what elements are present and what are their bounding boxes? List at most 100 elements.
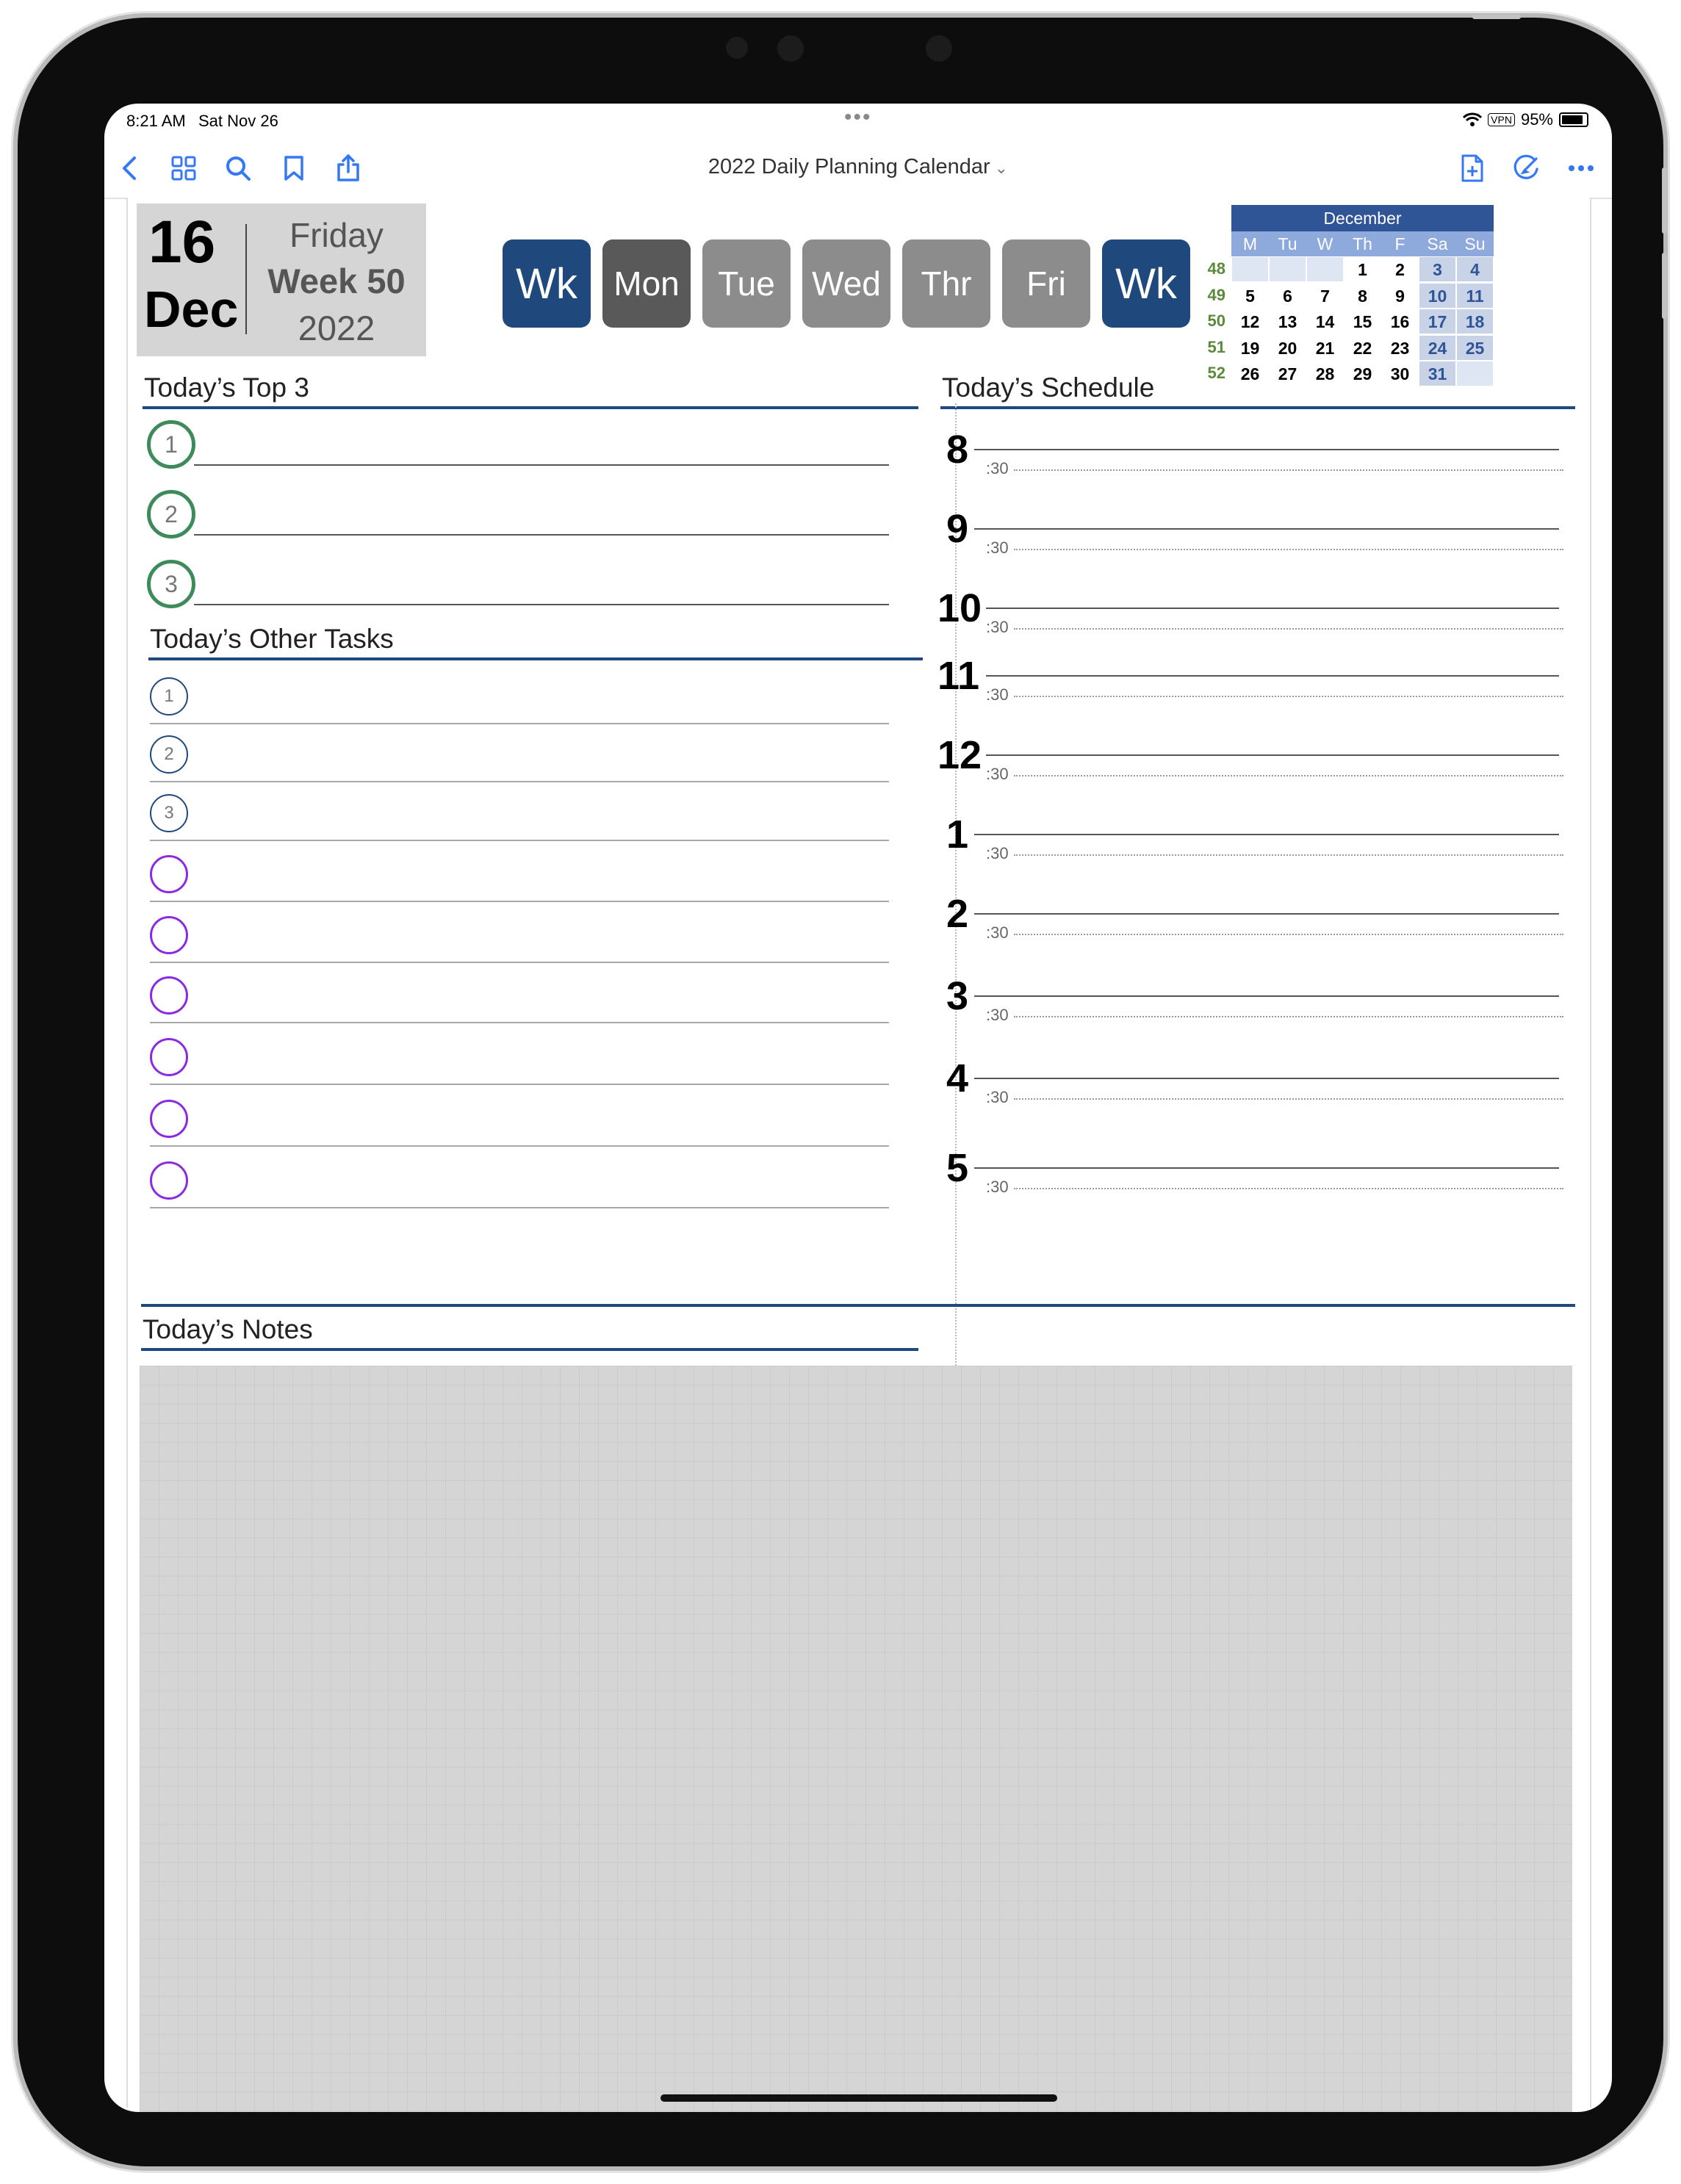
- task-line[interactable]: [150, 781, 889, 782]
- mini-day-cell[interactable]: 19: [1231, 334, 1269, 361]
- top3-number-circle[interactable]: 2: [147, 490, 195, 538]
- task-line[interactable]: [150, 901, 889, 902]
- mini-day-cell[interactable]: 4: [1456, 256, 1494, 282]
- mini-day-cell[interactable]: 17: [1419, 309, 1456, 334]
- day-button-fri[interactable]: Fri: [1002, 239, 1090, 328]
- mini-day-cell[interactable]: 31: [1419, 361, 1456, 386]
- schedule-hour-line[interactable]: [974, 528, 1559, 530]
- schedule-half-line[interactable]: [1014, 1016, 1563, 1017]
- week-label[interactable]: Week 50: [247, 261, 426, 301]
- task-number-circle[interactable]: 2: [150, 735, 188, 774]
- mini-week-number[interactable]: 48: [1184, 259, 1225, 278]
- task-line[interactable]: [150, 1084, 889, 1085]
- task-line[interactable]: [150, 1145, 889, 1147]
- top3-line[interactable]: [194, 534, 889, 536]
- task-line[interactable]: [150, 723, 889, 724]
- add-page-icon[interactable]: [1456, 152, 1489, 184]
- mini-day-cell[interactable]: 1: [1344, 256, 1381, 282]
- schedule-half-line[interactable]: [1014, 1098, 1563, 1100]
- task-line[interactable]: [150, 1207, 889, 1208]
- schedule-hour-line[interactable]: [974, 1167, 1559, 1169]
- schedule-half-line[interactable]: [1014, 469, 1563, 471]
- mini-day-cell[interactable]: 8: [1344, 282, 1381, 309]
- mini-day-cell[interactable]: 9: [1381, 282, 1419, 309]
- mini-day-cell[interactable]: 27: [1269, 361, 1306, 386]
- schedule-half-line[interactable]: [1014, 1188, 1563, 1189]
- schedule-half-line[interactable]: [1014, 549, 1563, 550]
- top3-number-circle[interactable]: 1: [147, 420, 195, 469]
- schedule-hour-line[interactable]: [974, 449, 1559, 450]
- top3-line[interactable]: [194, 464, 889, 466]
- task-number-circle[interactable]: 1: [150, 677, 188, 716]
- mini-day-cell[interactable]: 21: [1306, 334, 1344, 361]
- mini-day-cell[interactable]: 30: [1381, 361, 1419, 386]
- mini-day-cell[interactable]: 11: [1456, 282, 1494, 309]
- schedule-hour-line[interactable]: [974, 913, 1559, 915]
- mini-day-cell[interactable]: 29: [1344, 361, 1381, 386]
- mini-day-cell[interactable]: 22: [1344, 334, 1381, 361]
- task-checkbox-circle[interactable]: [150, 1038, 188, 1076]
- mini-day-cell[interactable]: 23: [1381, 334, 1419, 361]
- schedule-hour-line[interactable]: [974, 995, 1559, 997]
- schedule-half-line[interactable]: [1014, 934, 1563, 935]
- schedule-hour-line[interactable]: [974, 1078, 1559, 1079]
- task-checkbox-circle[interactable]: [150, 1161, 188, 1200]
- task-line[interactable]: [150, 962, 889, 963]
- task-checkbox-circle[interactable]: [150, 976, 188, 1014]
- mini-week-number[interactable]: 51: [1184, 338, 1225, 357]
- schedule-half-line[interactable]: [1014, 628, 1563, 630]
- chevron-down-icon[interactable]: ⌄: [995, 159, 1008, 177]
- notes-grid-area[interactable]: [140, 1366, 1572, 2112]
- mini-day-cell[interactable]: 3: [1419, 256, 1456, 282]
- mini-day-cell[interactable]: 24: [1419, 334, 1456, 361]
- mini-day-cell[interactable]: 10: [1419, 282, 1456, 309]
- day-button-wed[interactable]: Wed: [802, 239, 890, 328]
- document-title[interactable]: 2022 Daily Planning Calendar ⌄: [104, 155, 1612, 179]
- day-button-thr[interactable]: Thr: [902, 239, 990, 328]
- task-checkbox-circle[interactable]: [150, 916, 188, 954]
- mini-day-cell[interactable]: 26: [1231, 361, 1269, 386]
- task-checkbox-circle[interactable]: [150, 855, 188, 893]
- schedule-half-line[interactable]: [1014, 775, 1563, 776]
- task-checkbox-circle[interactable]: [150, 1100, 188, 1138]
- schedule-hour-line[interactable]: [974, 834, 1559, 835]
- multitasking-dots[interactable]: •••: [844, 105, 872, 130]
- pen-icon[interactable]: [1511, 152, 1543, 184]
- mini-day-cell[interactable]: 20: [1269, 334, 1306, 361]
- mini-week-number[interactable]: 49: [1184, 286, 1225, 305]
- mini-day-cell[interactable]: 15: [1344, 309, 1381, 334]
- schedule-hour-line[interactable]: [986, 675, 1559, 677]
- task-line[interactable]: [150, 840, 889, 841]
- home-indicator[interactable]: [660, 2094, 1057, 2102]
- top3-line[interactable]: [194, 604, 889, 605]
- schedule-hour-line[interactable]: [986, 608, 1559, 609]
- year-label[interactable]: 2022: [247, 308, 426, 348]
- mini-day-cell[interactable]: 18: [1456, 309, 1494, 334]
- top3-number-circle[interactable]: 3: [147, 560, 195, 608]
- schedule-half-line[interactable]: [1014, 696, 1563, 697]
- mini-week-number[interactable]: 50: [1184, 311, 1225, 331]
- week-button-left[interactable]: Wk: [503, 239, 591, 328]
- schedule-half-line[interactable]: [1014, 854, 1563, 856]
- day-button-mon[interactable]: Mon: [602, 239, 691, 328]
- mini-calendar-month[interactable]: December: [1231, 205, 1494, 231]
- schedule-hour-line[interactable]: [986, 754, 1559, 756]
- schedule-hour-label: 4: [946, 1056, 969, 1100]
- mini-day-cell[interactable]: 5: [1231, 282, 1269, 309]
- mini-day-cell[interactable]: 28: [1306, 361, 1344, 386]
- week-button-right[interactable]: Wk: [1102, 239, 1190, 328]
- task-number-circle[interactable]: 3: [150, 794, 188, 832]
- document-title-text[interactable]: 2022 Daily Planning Calendar: [708, 155, 990, 179]
- mini-day-cell[interactable]: 7: [1306, 282, 1344, 309]
- mini-week-number[interactable]: 52: [1184, 364, 1225, 383]
- mini-day-cell[interactable]: 25: [1456, 334, 1494, 361]
- mini-day-cell[interactable]: 13: [1269, 309, 1306, 334]
- day-button-tue[interactable]: Tue: [702, 239, 791, 328]
- mini-day-cell[interactable]: 2: [1381, 256, 1419, 282]
- mini-day-cell[interactable]: 12: [1231, 309, 1269, 334]
- mini-day-cell[interactable]: 6: [1269, 282, 1306, 309]
- mini-day-cell[interactable]: 16: [1381, 309, 1419, 334]
- mini-day-cell[interactable]: 14: [1306, 309, 1344, 334]
- task-line[interactable]: [150, 1022, 889, 1023]
- more-icon[interactable]: [1565, 152, 1597, 184]
